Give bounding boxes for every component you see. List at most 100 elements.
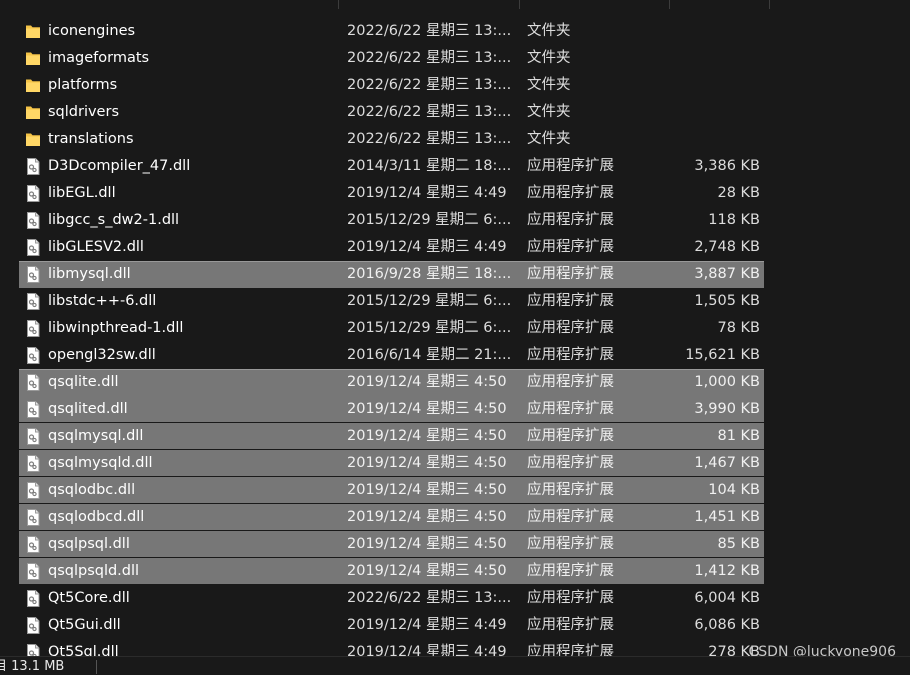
file-date-modified: 2019/12/4 星期三 4:49 xyxy=(347,617,507,633)
file-row[interactable]: platforms 2022/6/22 星期三 13:... 文件夹 xyxy=(0,72,910,99)
file-date-modified: 2019/12/4 星期三 4:50 xyxy=(347,536,507,552)
folder-icon xyxy=(25,23,41,40)
dll-file-icon xyxy=(25,239,41,256)
file-row[interactable]: libwinpthread-1.dll 2015/12/29 星期二 6:... 应… xyxy=(0,315,910,342)
file-date-modified: 2015/12/29 星期二 6:... xyxy=(347,320,512,336)
column-divider[interactable] xyxy=(338,0,339,9)
column-divider[interactable] xyxy=(769,0,770,9)
dll-file-icon xyxy=(25,266,41,283)
file-row[interactable]: qsqlpsqld.dll 2019/12/4 星期三 4:50 应用程序扩展 1,4… xyxy=(0,558,910,585)
file-name: imageformats xyxy=(48,50,150,66)
file-date-modified: 2019/12/4 星期三 4:50 xyxy=(347,563,507,579)
file-type: 应用程序扩展 xyxy=(527,563,614,579)
file-size: 2,748 KB xyxy=(694,239,760,255)
file-name: qsqlodbcd.dll xyxy=(48,509,145,525)
file-row[interactable]: opengl32sw.dll 2016/6/14 星期二 21:... 应用程序扩展… xyxy=(0,342,910,369)
file-date-modified: 2019/12/4 星期三 4:50 xyxy=(347,482,507,498)
dll-file-icon xyxy=(25,455,41,472)
file-size: 1,467 KB xyxy=(694,455,760,471)
dll-file-icon xyxy=(25,293,41,310)
file-date-modified: 2019/12/4 星期三 4:50 xyxy=(347,401,507,417)
column-header-dividers xyxy=(0,0,910,10)
file-type: 应用程序扩展 xyxy=(527,266,614,282)
file-row[interactable]: qsqlite.dll 2019/12/4 星期三 4:50 应用程序扩展 1,000… xyxy=(0,369,910,396)
file-row[interactable]: qsqlodbcd.dll 2019/12/4 星期三 4:50 应用程序扩展 1,4… xyxy=(0,504,910,531)
file-size: 1,451 KB xyxy=(694,509,760,525)
dll-file-icon xyxy=(25,320,41,337)
folder-icon xyxy=(25,77,41,94)
file-type: 应用程序扩展 xyxy=(527,293,614,309)
dll-file-icon xyxy=(25,536,41,553)
file-type: 应用程序扩展 xyxy=(527,482,614,498)
file-type: 应用程序扩展 xyxy=(527,401,614,417)
file-name: qsqlited.dll xyxy=(48,401,128,417)
dll-file-icon xyxy=(25,158,41,175)
file-type: 应用程序扩展 xyxy=(527,590,614,606)
column-divider[interactable] xyxy=(519,0,520,9)
dll-file-icon xyxy=(25,617,41,634)
file-name: qsqlmysql.dll xyxy=(48,428,144,444)
file-date-modified: 2019/12/4 星期三 4:49 xyxy=(347,185,507,201)
file-name: D3Dcompiler_47.dll xyxy=(48,158,191,174)
file-name: sqldrivers xyxy=(48,104,119,120)
file-row[interactable]: libgcc_s_dw2-1.dll 2015/12/29 星期二 6:... 应用… xyxy=(0,207,910,234)
file-row[interactable]: qsqlpsql.dll 2019/12/4 星期三 4:50 应用程序扩展 85 K… xyxy=(0,531,910,558)
file-date-modified: 2022/6/22 星期三 13:... xyxy=(347,131,512,147)
column-divider[interactable] xyxy=(669,0,670,9)
file-row[interactable]: qsqlited.dll 2019/12/4 星期三 4:50 应用程序扩展 3,99… xyxy=(0,396,910,423)
file-type: 文件夹 xyxy=(527,104,571,120)
file-type: 应用程序扩展 xyxy=(527,374,614,390)
file-row[interactable]: libGLESV2.dll 2019/12/4 星期三 4:49 应用程序扩展 2,7… xyxy=(0,234,910,261)
status-bar: 目 13.1 MB xyxy=(0,656,910,675)
file-type: 文件夹 xyxy=(527,50,571,66)
file-date-modified: 2019/12/4 星期三 4:50 xyxy=(347,455,507,471)
file-type: 应用程序扩展 xyxy=(527,536,614,552)
file-type: 应用程序扩展 xyxy=(527,239,614,255)
file-date-modified: 2019/12/4 星期三 4:50 xyxy=(347,374,507,390)
file-type: 应用程序扩展 xyxy=(527,158,614,174)
folder-icon xyxy=(25,50,41,67)
file-name: libmysql.dll xyxy=(48,266,131,282)
file-row[interactable]: Qt5Core.dll 2022/6/22 星期三 13:... 应用程序扩展 6,0… xyxy=(0,585,910,612)
file-name: platforms xyxy=(48,77,118,93)
dll-file-icon xyxy=(25,374,41,391)
file-date-modified: 2022/6/22 星期三 13:... xyxy=(347,590,512,606)
file-row[interactable]: D3Dcompiler_47.dll 2014/3/11 星期二 18:... 应用… xyxy=(0,153,910,180)
file-row[interactable]: libEGL.dll 2019/12/4 星期三 4:49 应用程序扩展 28 KB xyxy=(0,180,910,207)
file-row[interactable]: sqldrivers 2022/6/22 星期三 13:... 文件夹 xyxy=(0,99,910,126)
file-type: 文件夹 xyxy=(527,131,571,147)
file-name: libGLESV2.dll xyxy=(48,239,144,255)
file-size: 1,412 KB xyxy=(694,563,760,579)
file-name: libEGL.dll xyxy=(48,185,116,201)
file-row[interactable]: qsqlodbc.dll 2019/12/4 星期三 4:50 应用程序扩展 104 … xyxy=(0,477,910,504)
file-date-modified: 2016/9/28 星期三 18:... xyxy=(347,266,512,282)
file-date-modified: 2019/12/4 星期三 4:50 xyxy=(347,428,507,444)
file-row[interactable]: libstdc++-6.dll 2015/12/29 星期二 6:... 应用程序扩… xyxy=(0,288,910,315)
file-row[interactable]: imageformats 2022/6/22 星期三 13:... 文件夹 xyxy=(0,45,910,72)
file-row[interactable]: qsqlmysql.dll 2019/12/4 星期三 4:50 应用程序扩展 81 … xyxy=(0,423,910,450)
dll-file-icon xyxy=(25,347,41,364)
file-name: libwinpthread-1.dll xyxy=(48,320,184,336)
file-row[interactable]: libmysql.dll 2016/9/28 星期三 18:... 应用程序扩展 3,… xyxy=(0,261,910,288)
file-type: 应用程序扩展 xyxy=(527,428,614,444)
file-name: iconengines xyxy=(48,23,136,39)
file-type: 应用程序扩展 xyxy=(527,212,614,228)
dll-file-icon xyxy=(25,428,41,445)
dll-file-icon xyxy=(25,509,41,526)
file-date-modified: 2015/12/29 星期二 6:... xyxy=(347,212,512,228)
file-name: qsqlpsqld.dll xyxy=(48,563,140,579)
file-row[interactable]: Qt5Gui.dll 2019/12/4 星期三 4:49 应用程序扩展 6,086 … xyxy=(0,612,910,639)
file-row[interactable]: translations 2022/6/22 星期三 13:... 文件夹 xyxy=(0,126,910,153)
file-type: 应用程序扩展 xyxy=(527,509,614,525)
file-row[interactable]: iconengines 2022/6/22 星期三 13:... 文件夹 xyxy=(0,18,910,45)
file-name: Qt5Gui.dll xyxy=(48,617,121,633)
folder-icon xyxy=(25,104,41,121)
file-size: 6,004 KB xyxy=(694,590,760,606)
file-row[interactable]: qsqlmysqld.dll 2019/12/4 星期三 4:50 应用程序扩展 1,… xyxy=(0,450,910,477)
file-size: 3,887 KB xyxy=(694,266,760,282)
file-date-modified: 2016/6/14 星期二 21:... xyxy=(347,347,512,363)
file-type: 应用程序扩展 xyxy=(527,320,614,336)
file-date-modified: 2019/12/4 星期三 4:49 xyxy=(347,239,507,255)
file-name: libstdc++-6.dll xyxy=(48,293,157,309)
file-size: 6,086 KB xyxy=(694,617,760,633)
